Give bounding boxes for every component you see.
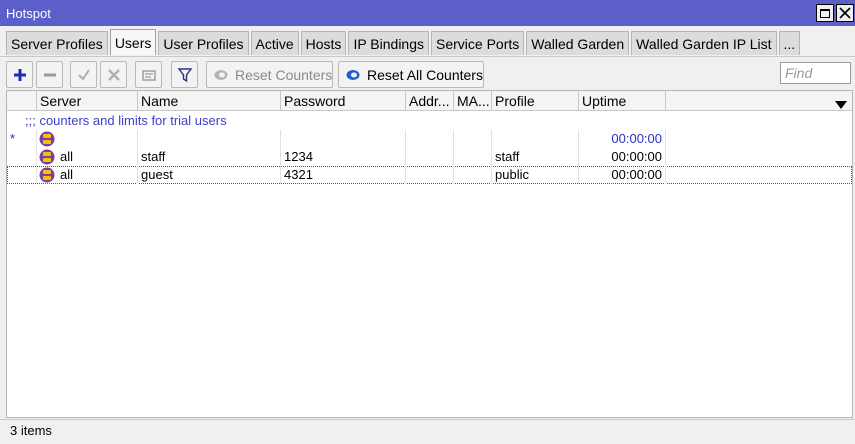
header-name[interactable]: Name xyxy=(138,91,281,111)
cell-profile: staff xyxy=(492,148,579,166)
reset-counters-button[interactable]: Reset Counters xyxy=(206,61,333,88)
minus-icon xyxy=(43,73,56,76)
cell-password: 4321 xyxy=(281,166,406,184)
reset-icon xyxy=(213,69,229,81)
close-icon xyxy=(839,7,851,19)
maximize-icon xyxy=(820,8,830,18)
item-count: 3 items xyxy=(10,423,52,438)
check-icon xyxy=(77,68,90,81)
cell-password xyxy=(281,130,406,148)
row-flag: * xyxy=(7,130,37,148)
tab-active[interactable]: Active xyxy=(250,31,299,55)
tab-user-profiles[interactable]: User Profiles xyxy=(158,31,249,55)
header-server[interactable]: Server / xyxy=(37,91,138,111)
tab-walled-garden-ip-list[interactable]: Walled Garden IP List xyxy=(631,31,777,55)
maximize-button[interactable] xyxy=(816,4,834,22)
cell-uptime: 00:00:00 xyxy=(579,130,666,148)
cell-uptime: 00:00:00 xyxy=(579,166,666,184)
table-row[interactable]: * 00:00:00 xyxy=(7,130,852,148)
header-password[interactable]: Password xyxy=(281,91,406,111)
header-server-label: Server xyxy=(40,93,82,109)
cell-server: all xyxy=(37,148,138,166)
tab-more[interactable]: ... xyxy=(778,31,801,55)
reset-all-icon xyxy=(345,69,361,81)
title-bar: Hotspot xyxy=(0,0,855,26)
tab-walled-garden[interactable]: Walled Garden xyxy=(526,31,630,55)
header-uptime[interactable]: Uptime xyxy=(579,91,666,111)
cell-uptime: 00:00:00 xyxy=(579,148,666,166)
table-header: Server / Name Password Addr... MA... Pro… xyxy=(7,91,852,111)
header-address[interactable]: Addr... xyxy=(406,91,454,111)
chevron-down-icon xyxy=(835,101,847,109)
cell-password: 1234 xyxy=(281,148,406,166)
cell-mac xyxy=(454,130,492,148)
tab-bar: Server Profiles Users User Profiles Acti… xyxy=(6,29,802,55)
disable-button[interactable] xyxy=(100,61,127,88)
cell-name xyxy=(138,130,281,148)
row-flag xyxy=(7,148,37,166)
x-icon xyxy=(107,68,120,81)
filter-icon xyxy=(177,67,192,82)
cell-mac xyxy=(454,166,492,184)
row-comment: ;;; counters and limits for trial users xyxy=(25,113,227,128)
tab-service-ports[interactable]: Service Ports xyxy=(431,31,525,55)
filter-button[interactable] xyxy=(171,61,198,88)
cell-address xyxy=(406,166,454,184)
cell-name: guest xyxy=(138,166,281,184)
header-profile[interactable]: Profile xyxy=(492,91,579,111)
remove-button[interactable] xyxy=(36,61,63,88)
close-button[interactable] xyxy=(836,4,854,22)
header-mac[interactable]: MA... xyxy=(454,91,492,111)
comment-row[interactable]: ;;; counters and limits for trial users xyxy=(7,112,852,130)
header-flag[interactable] xyxy=(7,91,37,111)
status-bar: 3 items xyxy=(0,419,855,444)
toolbar: Reset Counters Reset All Counters xyxy=(0,56,855,90)
window-title: Hotspot xyxy=(6,5,51,21)
reset-all-counters-label: Reset All Counters xyxy=(367,66,483,83)
cell-server xyxy=(37,130,138,148)
comment-icon xyxy=(141,69,156,81)
cell-server: all xyxy=(37,166,138,184)
comment-button[interactable] xyxy=(135,61,162,88)
add-button[interactable] xyxy=(6,61,33,88)
users-table: Server / Name Password Addr... MA... Pro… xyxy=(6,90,853,418)
reset-counters-label: Reset Counters xyxy=(235,66,333,83)
cell-name: staff xyxy=(138,148,281,166)
tab-server-profiles[interactable]: Server Profiles xyxy=(6,31,108,55)
cell-profile: public xyxy=(492,166,579,184)
column-chooser-button[interactable] xyxy=(835,97,847,112)
tab-hosts[interactable]: Hosts xyxy=(300,31,347,55)
table-row[interactable]: all staff 1234 staff 00:00:00 xyxy=(7,148,852,166)
row-flag xyxy=(7,166,37,184)
cell-address xyxy=(406,148,454,166)
tab-users[interactable]: Users xyxy=(109,29,157,55)
table-row[interactable]: all guest 4321 public 00:00:00 xyxy=(7,166,852,184)
cell-mac xyxy=(454,148,492,166)
plus-icon xyxy=(13,68,26,81)
enable-button[interactable] xyxy=(70,61,97,88)
tab-ip-bindings[interactable]: IP Bindings xyxy=(348,31,430,55)
cell-address xyxy=(406,130,454,148)
reset-all-counters-button[interactable]: Reset All Counters xyxy=(338,61,484,88)
find-input[interactable] xyxy=(780,62,851,84)
cell-profile xyxy=(492,130,579,148)
